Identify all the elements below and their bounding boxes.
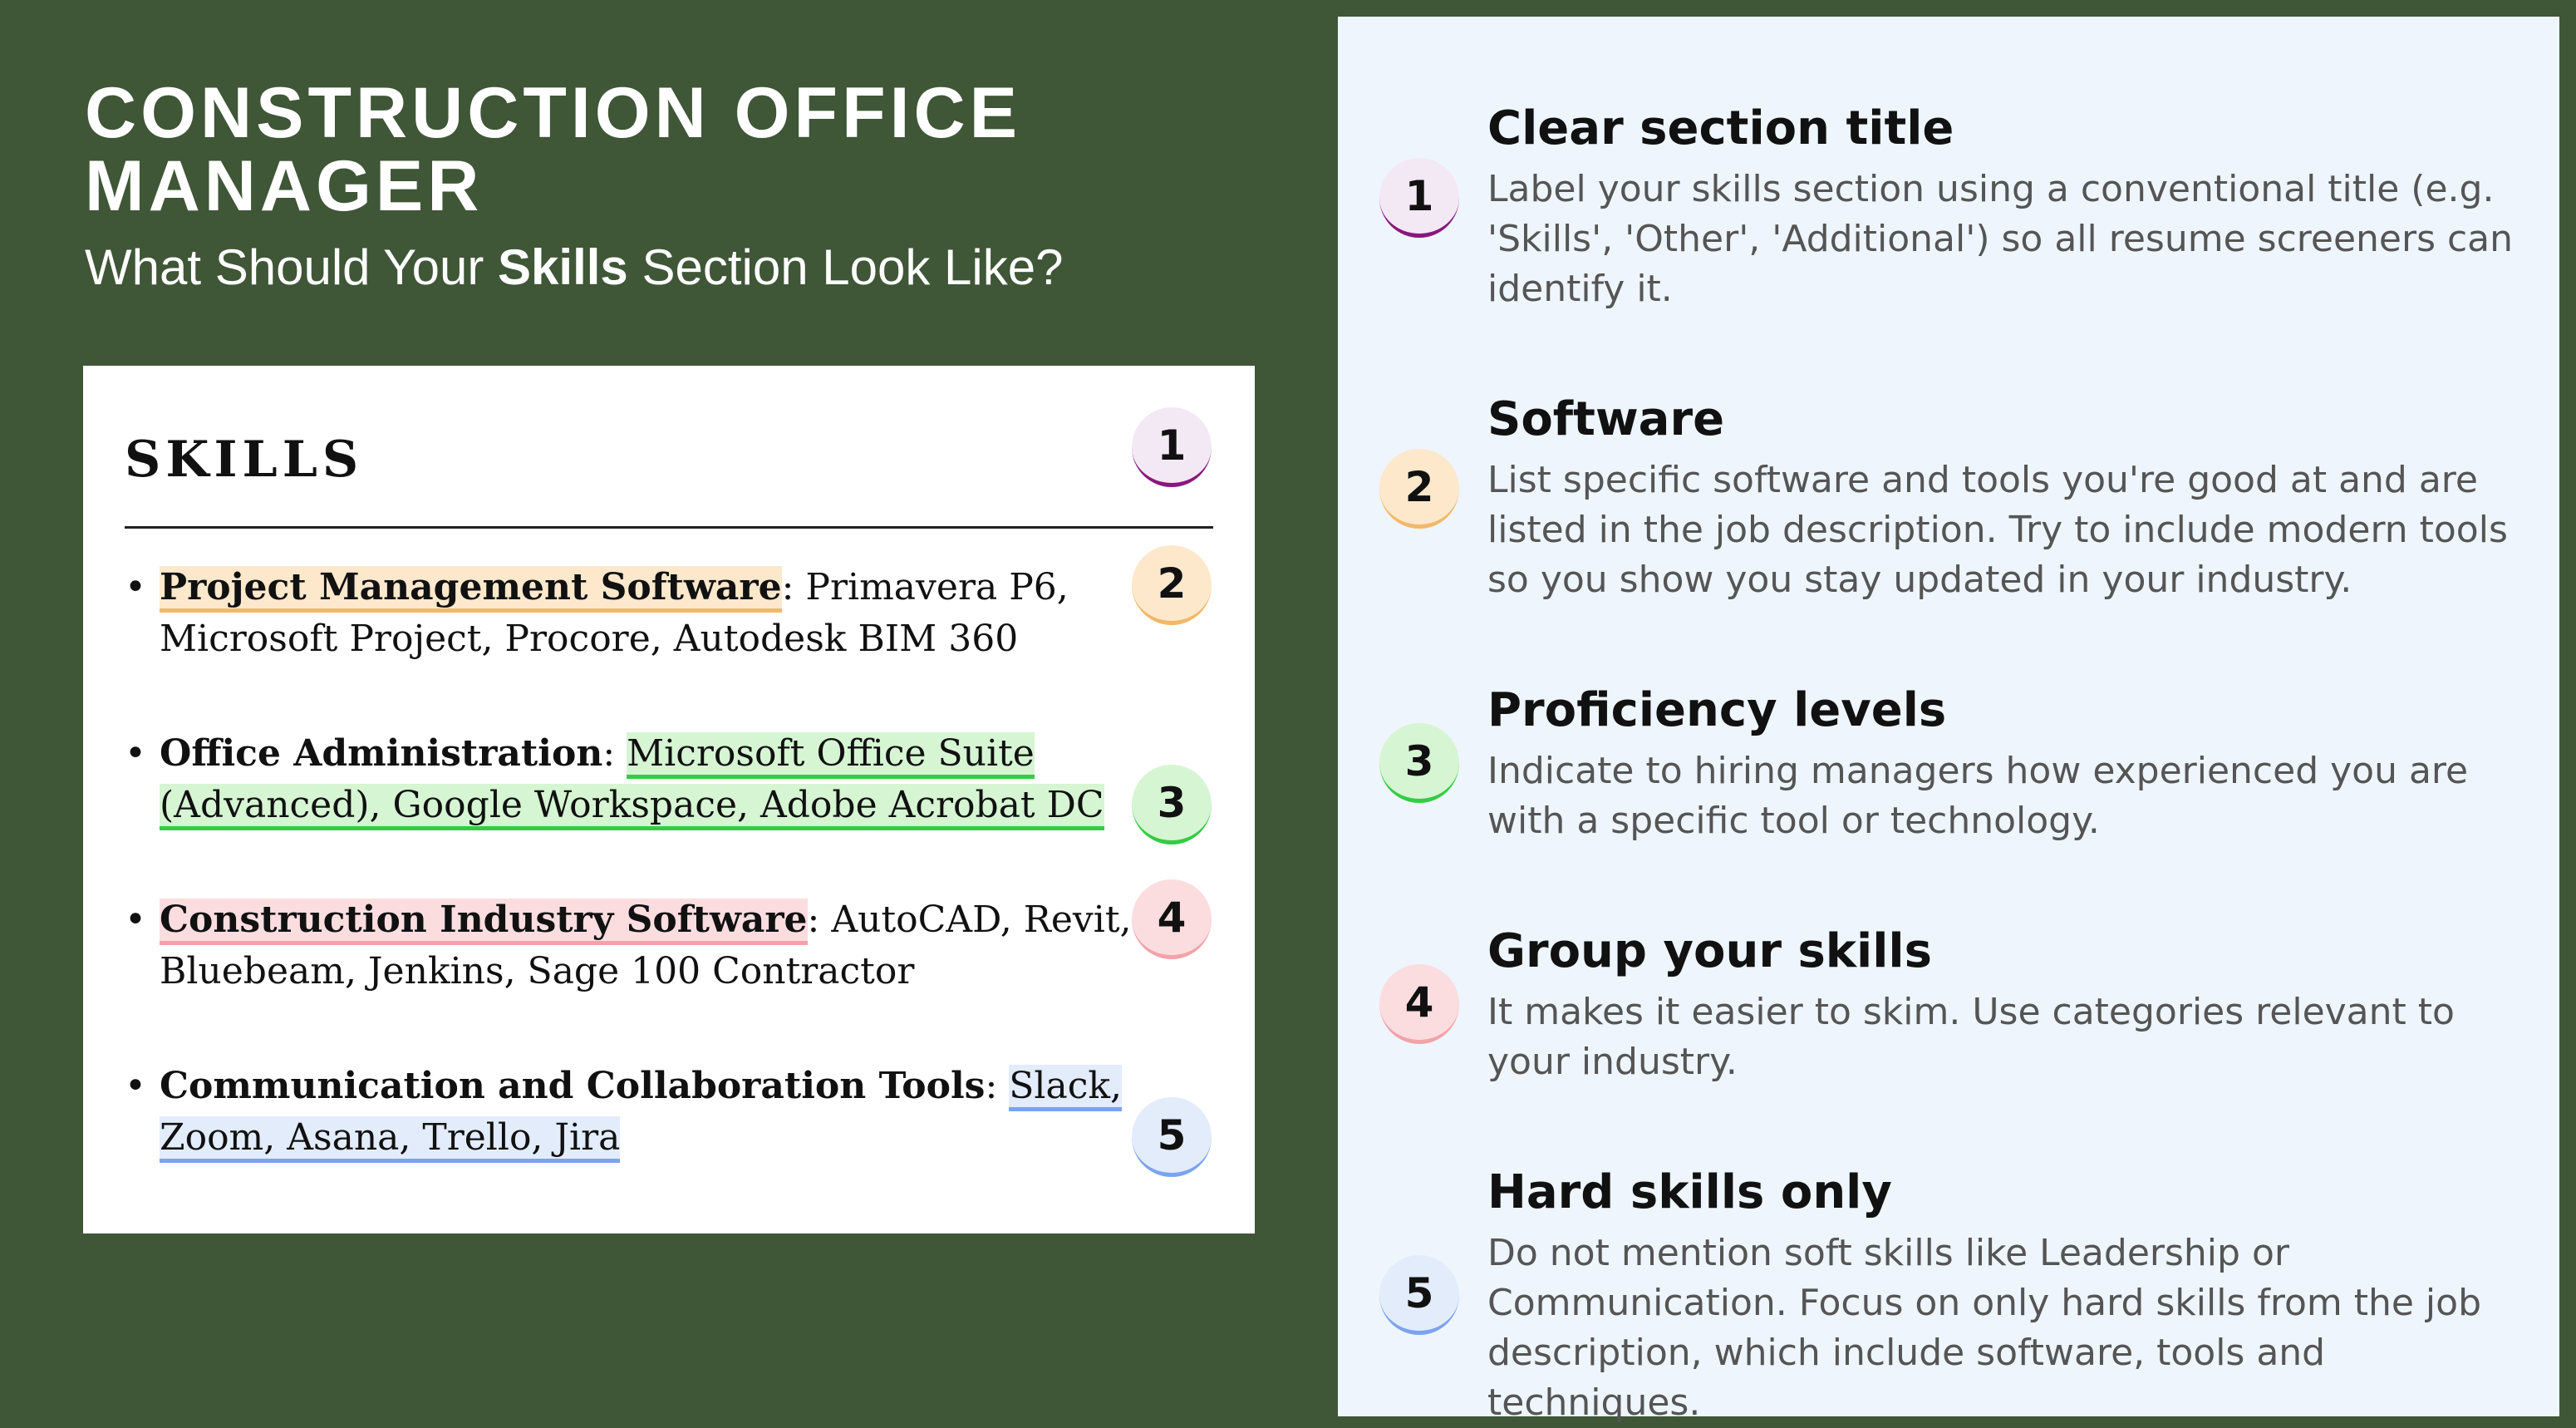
tip-title: Proficiency levels <box>1487 683 1947 737</box>
tips-panel: 1 Clear section title Label your skills … <box>1338 17 2559 1424</box>
left-panel: CONSTRUCTION OFFICE MANAGER What Should … <box>0 0 1338 1416</box>
skill-category: Office Administration <box>160 732 603 775</box>
page-title: CONSTRUCTION OFFICE MANAGER <box>85 73 1021 226</box>
skill-separator: : <box>985 1065 1010 1107</box>
skill-text: Office Administration: Microsoft Office … <box>160 728 1190 831</box>
tip-body: It makes it easier to skim. Use categori… <box>1487 991 2455 1083</box>
page-subtitle: What Should Your Skills Section Look Lik… <box>85 238 1064 298</box>
tip-number-badge: 3 <box>1379 723 1459 803</box>
tip-number-badge: 1 <box>1379 158 1459 238</box>
skill-separator: : <box>807 899 832 941</box>
skill-text: Communication and Collaboration Tools: S… <box>160 1061 1190 1164</box>
tip-body: Label your skills section using a conven… <box>1487 168 2514 310</box>
bullet: • <box>125 899 146 941</box>
marker-badge-1: 1 <box>1132 407 1212 487</box>
heading-divider <box>125 526 1213 529</box>
skill-text: Project Management Software: Primavera P… <box>160 562 1190 665</box>
tip-title: Software <box>1487 392 1725 446</box>
subtitle-post: Section Look Like? <box>627 239 1064 295</box>
marker-badge-4: 4 <box>1132 879 1212 959</box>
tip-body: List specific software and tools you're … <box>1487 459 2508 601</box>
skills-heading: SKILLS <box>125 431 364 489</box>
tip-title: Group your skills <box>1487 924 1932 978</box>
tip-number-badge: 2 <box>1379 449 1459 529</box>
skill-text: Construction Industry Software: AutoCAD,… <box>160 894 1190 997</box>
resume-skills-card: SKILLS • Project Management Software: Pr… <box>83 366 1255 1233</box>
skill-separator: : <box>781 566 806 608</box>
tip-number-badge: 5 <box>1379 1255 1459 1335</box>
tip-body: Indicate to hiring managers how experien… <box>1487 750 2469 842</box>
skill-category: Construction Industry Software <box>160 899 808 945</box>
tip-title: Hard skills only <box>1487 1165 1892 1219</box>
skill-category: Project Management Software <box>160 566 782 613</box>
marker-badge-3: 3 <box>1132 765 1212 844</box>
tip-number-badge: 4 <box>1379 964 1459 1044</box>
marker-badge-5: 5 <box>1132 1097 1212 1177</box>
bullet: • <box>125 732 146 775</box>
tip-title: Clear section title <box>1487 101 1954 155</box>
bullet: • <box>125 1065 146 1107</box>
tip-body: Do not mention soft skills like Leadersh… <box>1487 1232 2481 1424</box>
skill-category: Communication and Collaboration Tools <box>160 1065 986 1107</box>
bullet: • <box>125 566 146 608</box>
subtitle-pre: What Should Your <box>85 239 499 295</box>
subtitle-bold: Skills <box>498 239 628 295</box>
marker-badge-2: 2 <box>1132 545 1212 625</box>
skill-separator: : <box>602 732 627 775</box>
